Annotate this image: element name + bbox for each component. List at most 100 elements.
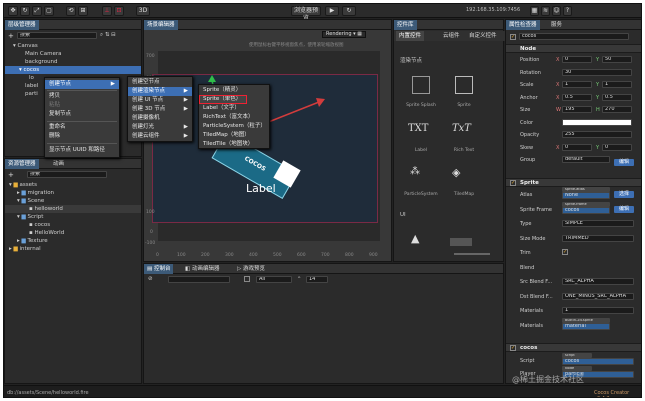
tree-item[interactable]: ▸ ▆ Texture: [5, 237, 141, 245]
prop-x-input[interactable]: 0: [562, 143, 592, 151]
menu-item-create-ui[interactable]: 创建 UI 节点 ▶: [128, 96, 192, 105]
sprite-section-header[interactable]: Sprite: [506, 178, 641, 187]
cocos-enabled-checkbox[interactable]: ✓: [510, 345, 516, 351]
prop-y-input[interactable]: 50: [602, 56, 632, 63]
prop-value-input[interactable]: 30: [562, 68, 632, 76]
menu-item-create-empty[interactable]: 创建空节点: [128, 78, 192, 87]
menu-item-paste[interactable]: 粘贴: [45, 101, 119, 110]
ui-widget-icon[interactable]: ▲: [411, 232, 419, 245]
tree-item-selected[interactable]: ▾ cocos: [5, 66, 141, 74]
menu-item-create-node[interactable]: 创建节点 ▶: [45, 80, 119, 89]
prop-x-input[interactable]: 195: [562, 106, 592, 113]
qr-icon[interactable]: ▦: [530, 6, 539, 16]
prop-x-input[interactable]: 0.5: [562, 93, 592, 101]
tab-hierarchy[interactable]: 层级管理器: [5, 20, 39, 30]
wifi-icon[interactable]: ≋: [541, 6, 550, 16]
group-edit-button[interactable]: 编辑: [614, 159, 634, 166]
add-asset-icon[interactable]: +: [8, 171, 14, 179]
hierarchy-search-input[interactable]: 搜索: [17, 32, 97, 39]
menu-item-create-cloud[interactable]: 创建云组件 ▶: [128, 132, 192, 141]
prop-value-select[interactable]: TRIMMED: [562, 234, 634, 242]
sprite-item[interactable]: [449, 70, 479, 100]
prop-y-input[interactable]: 270: [602, 106, 632, 113]
cocos-section-header[interactable]: cocos: [506, 343, 641, 352]
regex-checkbox[interactable]: [244, 276, 250, 282]
menu-item-tiledmap[interactable]: TiledMap（地图）: [199, 131, 269, 140]
center-button[interactable]: ⊡: [114, 6, 124, 16]
library-zoom-slider[interactable]: [454, 253, 490, 255]
tab-inspector[interactable]: 属性检查器: [506, 20, 540, 30]
move-tool-button[interactable]: ✥: [8, 6, 18, 16]
tree-item[interactable]: Main Camera: [5, 50, 141, 58]
tab-builtin[interactable]: 内置控件: [396, 31, 425, 41]
menu-item-show-uuid[interactable]: 显示节点 UUID 和路径: [45, 146, 119, 155]
tab-custom[interactable]: 自定义控件: [466, 31, 500, 41]
tree-item[interactable]: ▾ ▆ assets: [5, 181, 141, 189]
global-button[interactable]: ⊞: [78, 6, 88, 16]
menu-item-duplicate[interactable]: 复制节点: [45, 110, 119, 119]
asset-action-button[interactable]: 编辑: [614, 205, 634, 213]
prop-value-select[interactable]: SIMPLE: [562, 220, 634, 227]
menu-item-delete[interactable]: 删除: [45, 132, 119, 141]
menu-item-create-render[interactable]: 创建渲染节点 ▶: [128, 87, 192, 96]
menu-item-create-light[interactable]: 创建灯光 ▶: [128, 123, 192, 132]
label-item-icon[interactable]: TXT: [408, 123, 428, 134]
tree-item[interactable]: ▪ HelloWorld: [5, 229, 141, 237]
scale-tool-button[interactable]: ⤢: [32, 6, 42, 16]
log-level-select[interactable]: All: [256, 276, 292, 283]
menu-item-richtext[interactable]: RichText（富文本）: [199, 113, 269, 122]
tree-item[interactable]: ▾ ▆ Script: [5, 213, 141, 221]
tab-assets[interactable]: 资源管理器: [5, 159, 39, 169]
asset-action-button[interactable]: 选择: [614, 191, 634, 198]
scene-3d-toggle[interactable]: 3D: [136, 6, 150, 16]
color-swatch[interactable]: [562, 118, 632, 126]
console-filter-input[interactable]: [168, 276, 230, 283]
asset-field[interactable]: cocos: [562, 358, 634, 365]
menu-item-copy[interactable]: 拷贝: [45, 92, 119, 101]
prop-value-select[interactable]: SRC_ALPHA: [562, 278, 634, 285]
tree-item[interactable]: ▪ helloworld: [5, 205, 141, 213]
label-node[interactable]: Label: [246, 182, 276, 195]
search-options-icon[interactable]: ⌕ ⇅ ⊟: [100, 32, 116, 39]
refresh-button[interactable]: ↻: [342, 6, 356, 16]
menu-item-sprite-splash[interactable]: Sprite（单色）: [199, 95, 247, 104]
rotate-tool-button[interactable]: ↻: [20, 6, 30, 16]
prop-y-input[interactable]: 1: [602, 81, 632, 88]
tab-game-preview[interactable]: ▷ 游戏预览: [234, 264, 268, 274]
tree-item[interactable]: ▸ ▆ internal: [5, 245, 141, 253]
menu-item-tiledtile[interactable]: TiledTile（地图块）: [199, 140, 269, 149]
prop-value-select[interactable]: ONE_MINUS_SRC_ALPHA: [562, 292, 634, 300]
sprite-splash-item[interactable]: [406, 70, 436, 100]
help-icon[interactable]: ?: [563, 6, 572, 16]
prop-x-input[interactable]: 1: [562, 81, 592, 88]
prop-value-select[interactable]: 1: [562, 307, 634, 314]
font-size-select[interactable]: 14: [306, 276, 328, 283]
asset-field[interactable]: None: [562, 192, 610, 199]
tab-library[interactable]: 控件库: [394, 20, 417, 30]
richtext-item-icon[interactable]: TxT: [452, 123, 471, 134]
rect-tool-button[interactable]: ▢: [44, 6, 54, 16]
assets-search-input[interactable]: 搜索: [27, 171, 107, 178]
tab-animation[interactable]: 动画: [50, 159, 67, 169]
tree-item[interactable]: ▸ ▆ migration: [5, 189, 141, 197]
particle-item-icon[interactable]: ⁂: [410, 166, 420, 177]
asset-field[interactable]: cocos: [562, 206, 610, 214]
tiledmap-item-icon[interactable]: ◈: [452, 166, 460, 179]
prop-x-input[interactable]: 0: [562, 56, 592, 63]
menu-item-sprite[interactable]: Sprite（精灵）: [199, 86, 269, 95]
trim-checkbox[interactable]: ✓: [562, 249, 568, 255]
tree-item[interactable]: ▾ ▆ Scene: [5, 197, 141, 205]
user-icon[interactable]: ☺: [552, 6, 561, 16]
menu-item-create-camera[interactable]: 创建摄像机: [128, 114, 192, 123]
clear-icon[interactable]: ⊘: [148, 276, 153, 282]
tab-animation-editor[interactable]: ◧ 动画编辑器: [182, 264, 222, 274]
menu-item-create-3d[interactable]: 创建 3D 节点 ▶: [128, 105, 192, 114]
tree-item[interactable]: ▾ Canvas: [5, 42, 141, 50]
preview-mode-select[interactable]: 浏览器预览: [291, 6, 321, 22]
pivot-button[interactable]: ⊥: [102, 6, 112, 16]
sprite-enabled-checkbox[interactable]: ✓: [510, 180, 516, 186]
prop-value-input[interactable]: default: [562, 156, 610, 163]
node-section-header[interactable]: Node: [506, 44, 641, 53]
asset-field[interactable]: material: [562, 322, 610, 330]
prop-y-input[interactable]: 0.5: [602, 93, 632, 101]
